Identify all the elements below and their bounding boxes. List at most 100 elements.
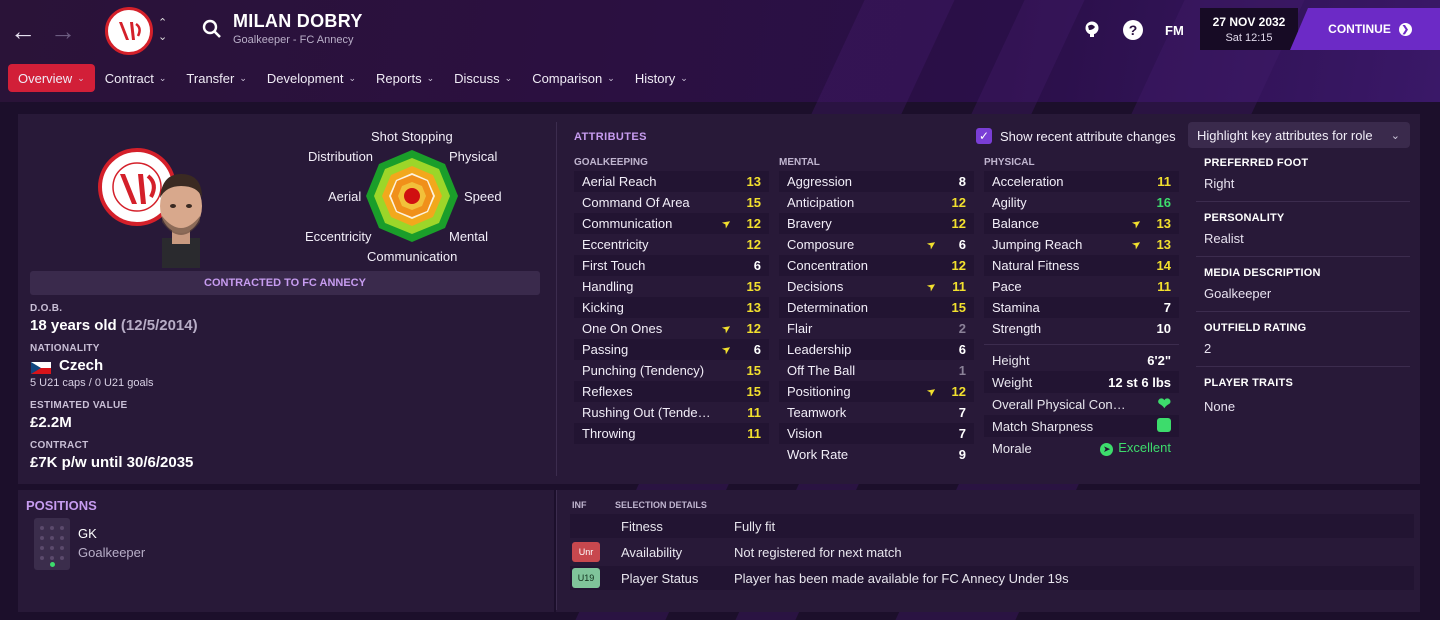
attribute-name: Anticipation [787, 195, 855, 210]
highlight-dropdown[interactable]: Highlight key attributes for role ⌄ [1188, 122, 1410, 148]
attribute-value: 12 [746, 237, 761, 252]
mental-attribute-row[interactable]: Concentration 12 [779, 255, 974, 276]
continue-button[interactable]: CONTINUE ❯ [1290, 8, 1440, 50]
mental-attribute-row[interactable]: Composure ➤ 6 [779, 234, 974, 255]
forward-arrow-icon[interactable]: → [46, 14, 80, 48]
search-icon[interactable] [202, 19, 222, 39]
age-value: 18 years old (12/5/2014) [30, 317, 198, 334]
attribute-value: 1 [958, 363, 966, 378]
attribute-value: 15 [746, 363, 761, 378]
value-label: ESTIMATED VALUE [30, 400, 128, 411]
attribute-value: 6 [753, 342, 761, 357]
globe-icon[interactable] [1083, 20, 1101, 41]
tab-contract[interactable]: Contract ⌄ [95, 64, 177, 92]
mental-attribute-row[interactable]: Aggression 8 [779, 171, 974, 192]
attribute-name: Pace [992, 279, 1022, 294]
player-switch-arrows[interactable]: ⌃ ⌄ [158, 16, 167, 44]
goalkeeping-attribute-row[interactable]: Passing ➤ 6 [574, 339, 769, 360]
media-value: Goalkeeper [1204, 286, 1272, 301]
gk-position-dot [50, 562, 55, 567]
physical-attribute-row[interactable]: Pace 11 [984, 276, 1179, 297]
mental-attribute-row[interactable]: Decisions ➤ 11 [779, 276, 974, 297]
goalkeeping-attribute-row[interactable]: Reflexes 15 [574, 381, 769, 402]
attribute-value: 7 [1163, 300, 1171, 315]
tab-comparison[interactable]: Comparison ⌄ [522, 64, 625, 92]
tab-history[interactable]: History ⌄ [625, 64, 698, 92]
tab-transfer[interactable]: Transfer ⌄ [176, 64, 256, 92]
goalkeeping-attribute-row[interactable]: First Touch 6 [574, 255, 769, 276]
physical-attribute-row[interactable]: Jumping Reach ➤ 13 [984, 234, 1179, 255]
attribute-value: 14 [1156, 258, 1171, 273]
goalkeeping-attribute-row[interactable]: Punching (Tendency) 15 [574, 360, 769, 381]
attribute-value: 15 [746, 384, 761, 399]
goalkeeping-attribute-row[interactable]: Communication ➤ 12 [574, 213, 769, 234]
tab-overview[interactable]: Overview ⌄ [8, 64, 95, 92]
radar-label-distribution: Distribution [308, 149, 374, 164]
mental-attribute-row[interactable]: Determination 15 [779, 297, 974, 318]
attribute-value: 6 [753, 258, 761, 273]
physical-attribute-row[interactable]: Acceleration 11 [984, 171, 1179, 192]
attribute-value: 11 [1157, 174, 1171, 189]
physical-attribute-row[interactable]: Natural Fitness 14 [984, 255, 1179, 276]
physical-attribute-row[interactable]: Agility 16 [984, 192, 1179, 213]
goalkeeping-attribute-row[interactable]: Aerial Reach 13 [574, 171, 769, 192]
mental-attribute-row[interactable]: Off The Ball 1 [779, 360, 974, 381]
club-crest-small[interactable] [105, 7, 153, 55]
game-date[interactable]: 27 NOV 2032 Sat 12:15 [1200, 8, 1298, 50]
foot-label: PREFERRED FOOT [1204, 157, 1309, 169]
mental-attribute-row[interactable]: Flair 2 [779, 318, 974, 339]
value-value: £2.2M [30, 414, 72, 431]
mental-attribute-row[interactable]: Leadership 6 [779, 339, 974, 360]
show-recent-label[interactable]: Show recent attribute changes [1000, 129, 1176, 144]
goalkeeping-attribute-row[interactable]: Throwing 11 [574, 423, 769, 444]
continue-label: CONTINUE [1328, 22, 1391, 36]
physical-header: PHYSICAL [984, 157, 1035, 168]
goalkeeping-attribute-row[interactable]: Eccentricity 12 [574, 234, 769, 255]
player-name: MILAN DOBRY [233, 11, 363, 31]
attribute-value: 7 [958, 426, 966, 441]
radar-label-aerial: Aerial [328, 189, 362, 204]
physical-attribute-row[interactable]: Stamina 7 [984, 297, 1179, 318]
goalkeeping-attribute-row[interactable]: One On Ones ➤ 12 [574, 318, 769, 339]
attribute-name: Communication [582, 216, 673, 231]
physical-attributes: Acceleration 11 Agility 16 Balance ➤ 13 Jumping… [984, 171, 1179, 339]
divider [556, 490, 557, 610]
attribute-value: 12 [951, 384, 966, 399]
attribute-radar [366, 150, 458, 242]
contract-status-bar[interactable]: CONTRACTED TO FC ANNECY [30, 271, 540, 295]
mental-attribute-row[interactable]: Bravery 12 [779, 213, 974, 234]
morale-up-icon: ➤ [1100, 443, 1114, 456]
nationality-value[interactable]: Czech [59, 357, 103, 374]
attribute-name: Aggression [787, 174, 853, 189]
divider [984, 344, 1179, 345]
back-arrow-icon[interactable]: ← [6, 14, 40, 48]
tab-discuss[interactable]: Discuss ⌄ [444, 64, 522, 92]
tab-reports[interactable]: Reports ⌄ [366, 64, 444, 92]
attribute-value: 8 [958, 174, 966, 189]
tab-development[interactable]: Development ⌄ [257, 64, 366, 92]
mental-attribute-row[interactable]: Work Rate 9 [779, 444, 974, 465]
attribute-name: Handling [582, 279, 634, 294]
mental-attribute-row[interactable]: Anticipation 12 [779, 192, 974, 213]
fm-menu-button[interactable]: FM [1165, 23, 1184, 38]
attribute-value: 15 [951, 300, 966, 315]
attribute-name: Flair [787, 321, 813, 336]
mental-attribute-row[interactable]: Positioning ➤ 12 [779, 381, 974, 402]
outfield-value: 2 [1204, 341, 1212, 356]
attribute-name: Jumping Reach [992, 237, 1083, 252]
show-recent-checkbox[interactable]: ✓ [976, 128, 992, 144]
attribute-name: Work Rate [787, 447, 849, 462]
goalkeeping-attribute-row[interactable]: Handling 15 [574, 276, 769, 297]
goalkeeping-attribute-row[interactable]: Rushing Out (Tende… 11 [574, 402, 769, 423]
selection-header: SELECTION DETAILS [615, 500, 707, 510]
goalkeeping-attribute-row[interactable]: Kicking 13 [574, 297, 769, 318]
physical-attribute-row[interactable]: Balance ➤ 13 [984, 213, 1179, 234]
mental-attribute-row[interactable]: Teamwork 7 [779, 402, 974, 423]
help-icon[interactable]: ? [1123, 20, 1143, 40]
attribute-value: 6 [958, 237, 966, 252]
physical-attribute-row[interactable]: Strength 10 [984, 318, 1179, 339]
attribute-name: Leadership [787, 342, 852, 357]
attribute-value: 12 [951, 216, 966, 231]
mental-attribute-row[interactable]: Vision 7 [779, 423, 974, 444]
goalkeeping-attribute-row[interactable]: Command Of Area 15 [574, 192, 769, 213]
